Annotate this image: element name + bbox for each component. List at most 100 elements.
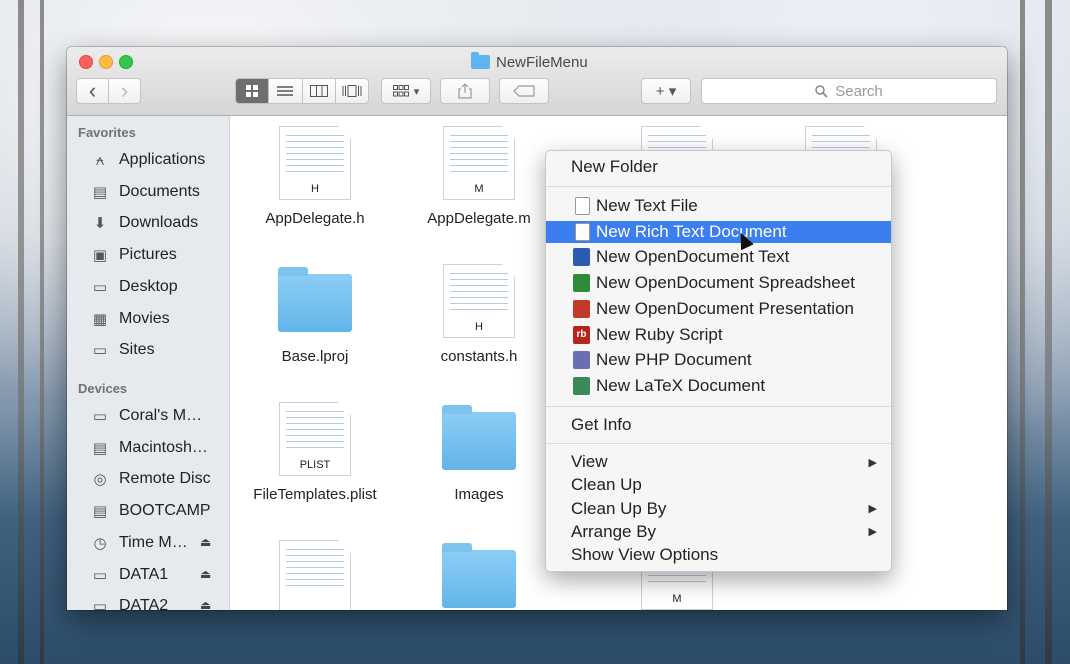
file-item[interactable] xyxy=(404,540,554,610)
sidebar-item[interactable]: ▭ Coral's M… xyxy=(89,405,202,427)
eject-icon[interactable]: ⏏ xyxy=(200,598,211,610)
tree-trunk xyxy=(1045,0,1052,664)
document-preview-lines xyxy=(286,549,344,589)
file-item[interactable]: M AppDelegate.m xyxy=(404,126,554,227)
laptop-icon: ▭ xyxy=(92,408,108,425)
coverflow-icon xyxy=(342,85,362,97)
sidebar-item[interactable]: ▣ Pictures xyxy=(89,244,177,266)
menu-item[interactable]: Arrange By ▶ xyxy=(546,521,891,543)
forward-button[interactable]: › xyxy=(109,79,140,103)
file-item[interactable]: PLIST FileTemplates.plist xyxy=(240,402,390,503)
list-icon xyxy=(277,86,294,96)
odt-icon xyxy=(573,248,590,267)
share-button[interactable] xyxy=(440,78,490,104)
sidebar-item[interactable]: ▤ Documents xyxy=(89,181,200,203)
movies-icon: ▦ xyxy=(92,310,108,328)
downloads-icon: ⬇ xyxy=(93,215,107,233)
eject-icon[interactable]: ⏏ xyxy=(200,567,211,581)
sidebar-item-label: Time M… xyxy=(119,533,188,551)
menu-item[interactable]: Get Info xyxy=(546,414,891,436)
submenu-arrow-icon: ▶ xyxy=(868,526,877,539)
document-icon: H xyxy=(443,264,515,338)
document-preview-lines xyxy=(286,411,344,451)
tag-button[interactable] xyxy=(499,78,549,104)
icon-view-button[interactable] xyxy=(236,79,270,103)
file-extension-label: H xyxy=(311,183,319,195)
sidebar-item[interactable]: ▭ Sites xyxy=(89,339,155,361)
sidebar-item[interactable]: ▭ DATA1 xyxy=(89,564,168,586)
sidebar-item[interactable]: ▭ Desktop xyxy=(89,276,178,298)
zoom-button[interactable] xyxy=(119,55,133,69)
sidebar-item[interactable]: ⬇ Downloads xyxy=(89,212,198,234)
menu-item[interactable]: New OpenDocument Text xyxy=(546,246,891,268)
menu-item-label: New Ruby Script xyxy=(596,324,723,344)
share-icon xyxy=(458,83,472,99)
menu-item[interactable]: View ▶ xyxy=(546,451,891,473)
coverflow-view-button[interactable] xyxy=(336,79,368,103)
menu-separator xyxy=(546,443,891,444)
menu-item[interactable]: Show View Options xyxy=(546,544,891,566)
disk-icon: ▤ xyxy=(92,439,108,457)
menu-item[interactable]: rb New Ruby Script xyxy=(546,324,891,346)
menu-item[interactable]: New OpenDocument Spreadsheet xyxy=(546,272,891,294)
list-view-button[interactable] xyxy=(269,79,303,103)
folder-icon xyxy=(471,52,490,69)
sidebar-item[interactable]: ◎ Remote Disc xyxy=(89,468,211,490)
document-preview-lines xyxy=(450,135,508,175)
menu-item-label: New LaTeX Document xyxy=(596,375,766,395)
rtf-icon xyxy=(575,222,590,241)
eject-icon[interactable]: ⏏ xyxy=(200,535,211,549)
menu-item[interactable]: Clean Up By ▶ xyxy=(546,498,891,520)
menu-item[interactable]: New Rich Text Document xyxy=(546,220,891,243)
file-item[interactable]: H AppDelegate.h xyxy=(240,126,390,227)
arrange-button[interactable]: ▾ xyxy=(381,78,431,104)
submenu-arrow-icon: ▶ xyxy=(868,503,877,516)
close-button[interactable] xyxy=(79,55,93,69)
menu-item-label: New PHP Document xyxy=(596,350,752,370)
file-item[interactable]: Base.lproj xyxy=(240,264,390,365)
sidebar-item-label: DATA1 xyxy=(119,565,169,583)
document-icon: M xyxy=(443,126,515,200)
menu-item-label: Clean Up xyxy=(571,475,642,495)
sidebar-item[interactable]: ▤ BOOTCAMP xyxy=(89,500,211,522)
file-name: FileTemplates.plist xyxy=(253,486,377,503)
file-item[interactable]: Hconstants.h xyxy=(404,264,554,365)
sidebar-item[interactable]: ⍲ Applications xyxy=(89,149,205,171)
chevron-down-icon: ▾ xyxy=(413,85,420,98)
menu-item[interactable]: New Text File xyxy=(546,195,891,217)
pictures-icon: ▣ xyxy=(92,247,108,265)
sidebar-item-label: Documents xyxy=(119,182,200,200)
minimize-button[interactable] xyxy=(99,55,113,69)
menu-item[interactable]: New PHP Document xyxy=(546,349,891,371)
folder-icon: ▭ xyxy=(92,342,108,360)
sidebar-item-label: Remote Disc xyxy=(119,470,211,488)
document-icon xyxy=(279,540,351,610)
sidebar-item[interactable]: ▦ Movies xyxy=(89,308,170,330)
column-view-button[interactable] xyxy=(303,79,336,103)
file-item[interactable] xyxy=(240,540,390,610)
menu-item-label: Arrange By xyxy=(571,521,657,541)
file-name: AppDelegate.m xyxy=(427,210,531,227)
folder-icon xyxy=(278,267,352,332)
sidebar-item[interactable]: ◷ Time M… xyxy=(89,532,188,554)
menu-item-label: New OpenDocument Text xyxy=(596,247,790,267)
sidebar-item-label: Movies xyxy=(119,309,170,327)
documents-icon: ▤ xyxy=(92,183,108,201)
sidebar-item-label: Applications xyxy=(119,151,206,168)
back-button[interactable]: ‹ xyxy=(77,79,109,103)
new-item-button[interactable]: + ▾ xyxy=(641,78,691,104)
time-machine-icon: ◷ xyxy=(93,534,107,552)
menu-item[interactable]: Clean Up xyxy=(546,474,891,496)
search-field[interactable]: Search xyxy=(701,78,997,104)
columns-icon xyxy=(309,85,328,97)
sidebar-item-label: Pictures xyxy=(119,246,177,264)
sidebar-item-label: Macintosh… xyxy=(119,438,208,456)
arrange-grid-icon xyxy=(392,85,409,97)
file-item[interactable]: Images xyxy=(404,402,554,503)
menu-item[interactable]: New LaTeX Document xyxy=(546,375,891,397)
sidebar-item[interactable]: ▭ DATA2 xyxy=(89,595,168,610)
menu-item[interactable]: New OpenDocument Presentation xyxy=(546,298,891,320)
menu-item[interactable]: New Folder xyxy=(546,156,891,178)
submenu-arrow-icon: ▶ xyxy=(868,456,877,469)
sidebar-item[interactable]: ▤ Macintosh… xyxy=(89,437,208,459)
